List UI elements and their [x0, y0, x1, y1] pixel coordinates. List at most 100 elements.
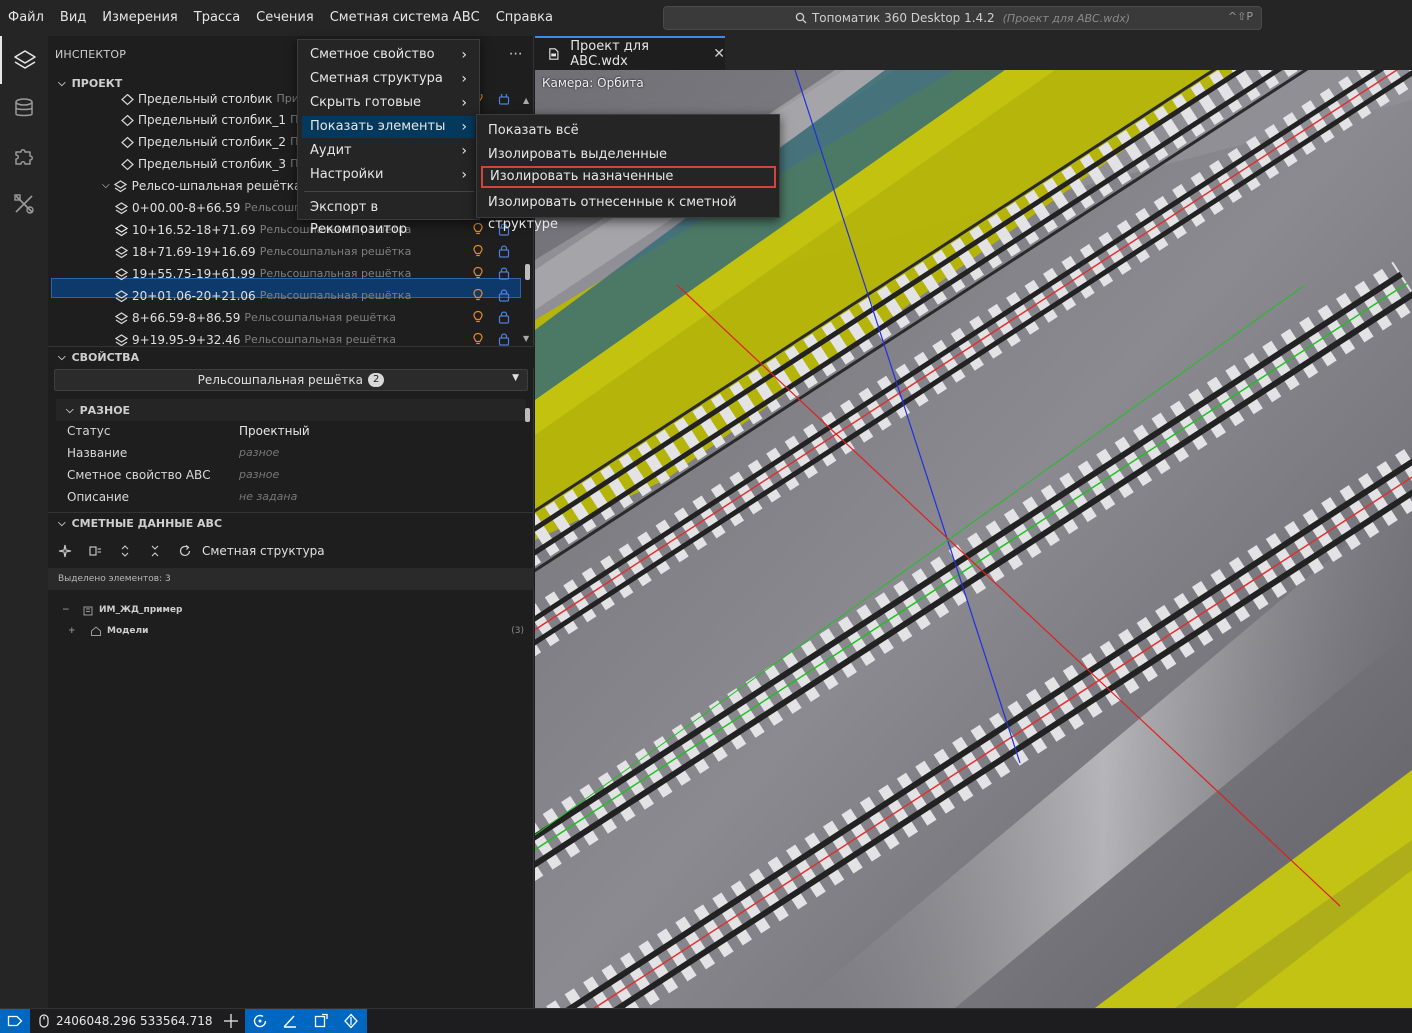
shortcut-hint: ^⇧P [1227, 10, 1253, 23]
mouse-icon [39, 1014, 49, 1028]
prop-value-description[interactable]: не задана [239, 486, 297, 508]
menu-view[interactable]: Вид [52, 0, 94, 36]
filter-icon[interactable] [88, 544, 102, 558]
project-section-title: ПРОЕКТ [71, 76, 123, 90]
remote-indicator[interactable] [0, 1009, 30, 1033]
lock-icon[interactable] [497, 244, 511, 258]
structure-node[interactable]: − ИМ_ЖД_пример [62, 602, 182, 618]
layers-activity-button[interactable] [0, 36, 48, 84]
editor-tabbar: Проект для АВС.wdx ✕ [535, 36, 1412, 70]
estimate-structure-label[interactable]: Сметная структура [202, 544, 325, 558]
tools-activity-button[interactable] [0, 180, 48, 228]
visibility-controls [471, 263, 521, 285]
props-scrollbar-thumb[interactable] [525, 408, 530, 422]
orbit-icon[interactable] [252, 1013, 268, 1029]
menu-abc-estimate[interactable]: Сметная система АВС [322, 0, 488, 36]
menu-help[interactable]: Справка [488, 0, 561, 36]
tree-item[interactable]: 8+66.59-8+86.59 Рельсошпальная решётка [114, 307, 396, 329]
chevron-right-icon: › [461, 71, 467, 87]
menu-item-hide-finished[interactable]: Скрыть готовые › [302, 92, 475, 114]
estimate-toolbar: Сметная структура [58, 540, 325, 562]
tree-item[interactable]: 0+00.00-8+66.59 Рельсошпа [114, 197, 308, 219]
sparkle-icon[interactable] [58, 544, 72, 558]
chevron-down-icon: ⌵ [58, 77, 66, 89]
lock-icon[interactable] [497, 94, 511, 105]
menu-item-export-recomposer[interactable]: Экспорт в Рекомпозитор [302, 197, 475, 237]
estimate-section-header[interactable]: ⌵ СМЕТНЫЕ ДАННЫЕ АВС [48, 512, 534, 534]
menu-measurements[interactable]: Измерения [94, 0, 185, 36]
expand-all-icon[interactable] [118, 544, 132, 558]
bulb-icon[interactable] [471, 310, 485, 324]
tab-title: Проект для АВС.wdx [570, 39, 649, 69]
angle-icon[interactable] [282, 1013, 298, 1029]
scroll-down-arrow[interactable]: ▼ [523, 334, 529, 343]
tree-item[interactable]: Предельный столбик_1Пр [120, 109, 305, 131]
menu-file[interactable]: Файл [0, 0, 52, 36]
database-activity-button[interactable] [0, 84, 48, 132]
home-icon [91, 626, 101, 636]
menu-route[interactable]: Трасса [186, 0, 248, 36]
prop-value-estimate[interactable]: разное [239, 464, 279, 486]
layers-icon [114, 245, 128, 259]
misc-section-header[interactable]: ⌵ РАЗНОЕ [56, 399, 526, 421]
expand-toggle[interactable]: + [68, 623, 90, 639]
scroll-up-arrow[interactable]: ▲ [523, 96, 529, 105]
command-search[interactable]: Топоматик 360 Desktop 1.4.2 (Проект для … [663, 6, 1262, 30]
tree-item[interactable]: 20+01.06-20+21.06 Рельсошпальная решётка [114, 285, 411, 307]
activity-bar [0, 36, 48, 1008]
bulb-icon[interactable] [471, 288, 485, 302]
snap-icon[interactable] [313, 1013, 329, 1029]
submenu-isolate-selected[interactable]: Изолировать выделенные [481, 144, 776, 166]
measure-icon[interactable] [343, 1013, 359, 1029]
tree-item[interactable]: 9+19.95-9+32.46 Рельсошпальная решётка [114, 329, 396, 346]
tree-scrollbar-thumb[interactable] [525, 264, 530, 280]
collapse-all-icon[interactable] [148, 544, 162, 558]
bulb-icon[interactable] [471, 244, 485, 258]
submenu-isolate-structure[interactable]: Изолировать отнесенные к сметной структу… [481, 192, 776, 232]
submenu-isolate-assigned[interactable]: Изолировать назначенные [481, 166, 776, 188]
tree-item[interactable]: Предельный столбик_3Пр [120, 153, 305, 175]
crosshair-icon[interactable] [223, 1013, 239, 1029]
collapse-toggle[interactable]: − [62, 602, 82, 618]
lock-icon[interactable] [497, 332, 511, 346]
tree-item[interactable]: 19+55.75-19+61.99 Рельсошпальная решётка [114, 263, 411, 285]
tree-item[interactable]: Предельный столбик При [120, 94, 299, 110]
chevron-right-icon: › [461, 47, 467, 63]
extensions-activity-button[interactable] [0, 132, 48, 180]
chevron-down-icon[interactable]: ⌵ [102, 175, 110, 197]
project-name: (Проект для АВС.wdx) [1002, 11, 1131, 25]
lock-icon[interactable] [497, 288, 511, 302]
properties-section-header[interactable]: ⌵ СВОЙСТВА [48, 346, 534, 368]
menu-item-settings[interactable]: Настройки › [302, 164, 475, 186]
context-menu: Сметное свойство › Сметная структура › Скр… [297, 39, 480, 237]
structure-node[interactable]: + Модели (3) [68, 623, 524, 639]
prop-value-name[interactable]: разное [239, 442, 279, 464]
bulb-icon[interactable] [471, 266, 485, 280]
tree-item[interactable]: 18+71.69-19+16.69 Рельсошпальная решётка [114, 241, 411, 263]
element-type-select[interactable]: Рельсошпальная решётка 2 ▼ [54, 369, 528, 391]
menu-item-estimate-structure[interactable]: Сметная структура › [302, 68, 475, 90]
bulb-icon[interactable] [471, 332, 485, 346]
menu-item-show-elements[interactable]: Показать элементы › [302, 116, 475, 138]
prop-value-status[interactable]: Проектный [239, 420, 310, 442]
more-actions-icon[interactable]: ⋯ [509, 46, 523, 62]
bulb-icon[interactable] [471, 222, 485, 236]
tree-item[interactable]: Предельный столбик_2Пр [120, 131, 305, 153]
file-icon [549, 48, 559, 60]
menu-item-estimate-property[interactable]: Сметное свойство › [302, 44, 475, 66]
menu-item-audit[interactable]: Аудит › [302, 140, 475, 162]
lock-icon[interactable] [497, 310, 511, 324]
submenu-show-all[interactable]: Показать всё [481, 120, 776, 142]
layers-icon [114, 179, 128, 193]
tab-project[interactable]: Проект для АВС.wdx ✕ [535, 36, 725, 70]
models-count: (3) [511, 626, 524, 636]
layers-icon [14, 50, 36, 69]
refresh-icon[interactable] [178, 544, 192, 558]
prop-label: Сметное свойство АВС [67, 468, 211, 482]
lock-icon[interactable] [497, 266, 511, 280]
layers-icon [114, 311, 128, 325]
close-icon[interactable]: ✕ [713, 46, 725, 62]
menu-sections[interactable]: Сечения [248, 0, 322, 36]
tree-group[interactable]: ⌵ Рельсо-шпальная решётка [102, 175, 301, 197]
visibility-controls [471, 241, 521, 263]
